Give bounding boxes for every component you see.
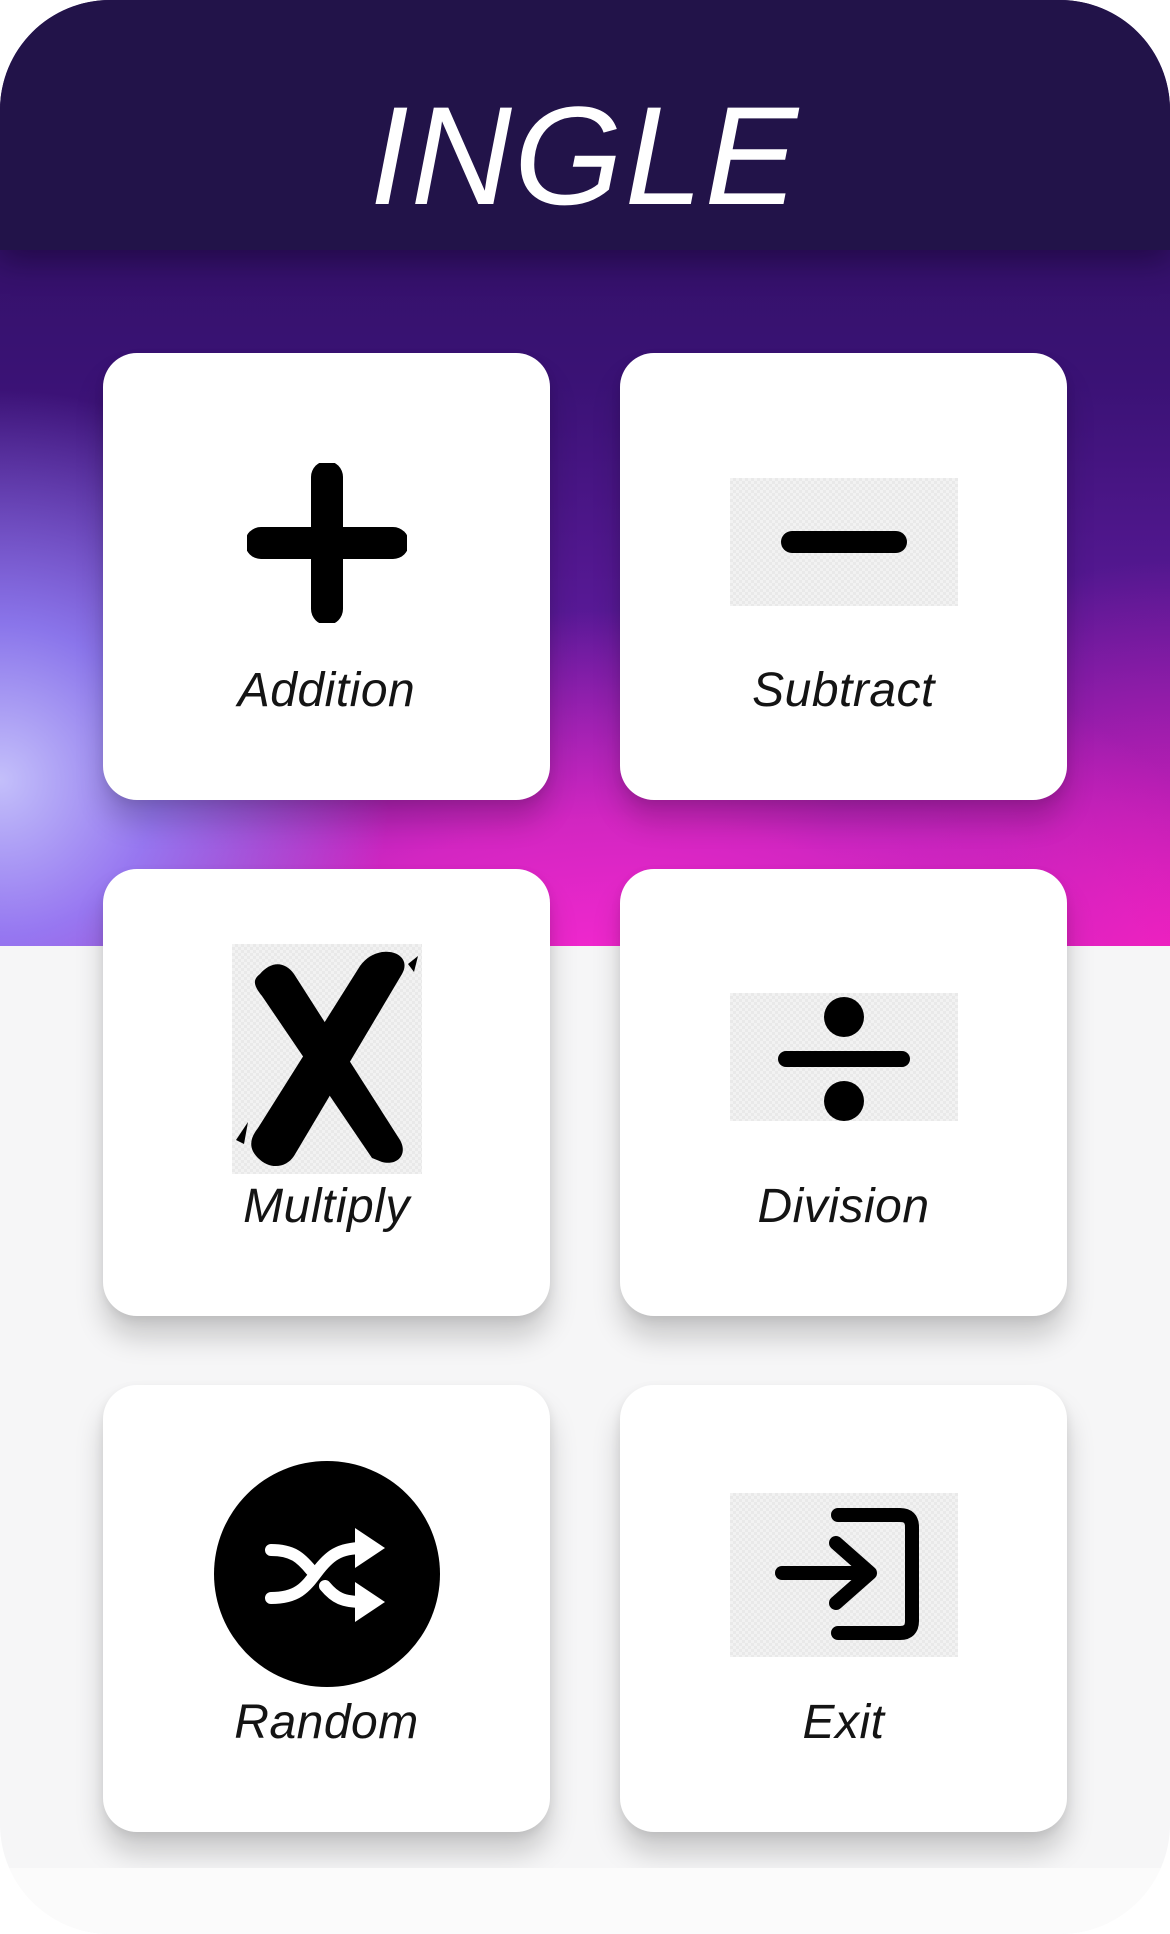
subtract-label: Subtract — [752, 664, 935, 717]
random-label: Random — [234, 1696, 419, 1749]
minus-icon — [729, 478, 958, 606]
addition-label: Addition — [237, 664, 416, 717]
division-label: Division — [757, 1180, 930, 1233]
plus-icon — [244, 461, 409, 625]
app-screen: INGLE Addition Subtract Multiply Divisio… — [0, 0, 1170, 1934]
multiply-button[interactable]: Multiply — [103, 869, 550, 1316]
multiply-icon — [231, 944, 422, 1174]
shuffle-icon — [213, 1460, 441, 1688]
addition-button[interactable]: Addition — [103, 353, 550, 800]
multiply-label: Multiply — [243, 1180, 410, 1233]
app-title: INGLE — [369, 77, 801, 234]
exit-label: Exit — [802, 1696, 885, 1749]
random-button[interactable]: Random — [103, 1385, 550, 1832]
subtract-button[interactable]: Subtract — [620, 353, 1067, 800]
exit-button[interactable]: Exit — [620, 1385, 1067, 1832]
division-button[interactable]: Division — [620, 869, 1067, 1316]
title-bar: INGLE — [0, 0, 1170, 250]
exit-icon — [729, 1493, 958, 1657]
divide-icon — [729, 993, 958, 1121]
bottom-strip — [0, 1868, 1170, 1934]
